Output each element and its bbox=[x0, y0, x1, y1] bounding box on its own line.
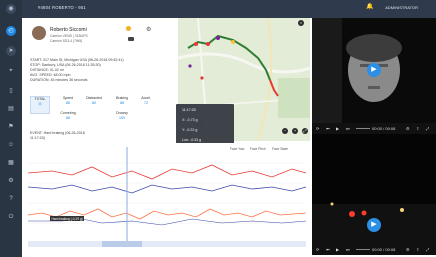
fullscreen-icon[interactable]: ⤢ bbox=[426, 247, 429, 252]
sidebar: ◉ ◴ ➤ ⌖ ▯ ▤ ⚑ ☺ ▦ ⚙ ? ⏻ bbox=[0, 0, 22, 257]
settings-icon[interactable]: ⚙ bbox=[6, 176, 16, 186]
rewind-icon[interactable]: ⏮ bbox=[326, 247, 330, 252]
breadcrumb: #4804 ROBERTO - 951 bbox=[38, 5, 86, 10]
legend-item[interactable]: Face Pitch bbox=[250, 147, 266, 151]
video-controls-2: ⟳ ⏮ ▶ ⏭ 00:00 / 00:08 ⚙ ⇪ ⤢ bbox=[312, 244, 436, 255]
device-icon[interactable]: ▯ bbox=[6, 86, 16, 96]
legend-item[interactable]: Face Yaw bbox=[230, 147, 244, 151]
reports-icon[interactable]: ▦ bbox=[6, 158, 16, 168]
trip-start: START: 317 Main St, Michigan USA (06-26-… bbox=[30, 58, 124, 62]
video-time: 00:00 / 00:08 bbox=[372, 126, 396, 131]
event-title: EVENT: Hard braking (06-26-2018 bbox=[30, 131, 85, 135]
score-drowsy: Drowsy 100 bbox=[116, 111, 128, 120]
camera-icon bbox=[128, 37, 134, 41]
location-icon[interactable]: ⌖ bbox=[6, 66, 16, 76]
avatar bbox=[32, 26, 46, 40]
tooltip-line: Y: -0.22 g bbox=[182, 128, 198, 132]
share-icon[interactable]: ⇪ bbox=[416, 247, 419, 252]
chart-event-label: Hard braking (-0.29 g) bbox=[50, 216, 85, 221]
zoom-in-icon[interactable]: + bbox=[292, 128, 298, 134]
medal-icon bbox=[126, 26, 131, 31]
trip-avg-speed: AVG. SPEED: 48.00 mph bbox=[30, 73, 71, 77]
fullscreen-icon[interactable]: ⤢ bbox=[302, 128, 308, 134]
help-icon[interactable]: ? bbox=[6, 194, 16, 204]
refresh-icon[interactable]: ⟳ bbox=[316, 126, 319, 131]
logout-icon[interactable]: ⏻ bbox=[6, 212, 16, 222]
seek-bar[interactable] bbox=[356, 249, 370, 250]
users-icon[interactable]: ☺ bbox=[6, 140, 16, 150]
play-icon[interactable]: ▶ bbox=[367, 218, 381, 232]
video-controls-1: ⟳ ⏮ ▶ ⏭ 00:00 / 00:08 ⚙ ⇪ ⤢ bbox=[312, 123, 436, 134]
legend-item[interactable]: Face State bbox=[272, 147, 288, 151]
top-bar: #4804 ROBERTO - 951 🔔 ADMINISTRATOR bbox=[0, 0, 436, 18]
score-accel: Accel. 72 bbox=[141, 96, 151, 105]
tooltip-time: 11:17:03 bbox=[182, 108, 196, 112]
play-small-icon[interactable]: ▶ bbox=[336, 126, 339, 131]
forward-icon[interactable]: ⏭ bbox=[346, 126, 350, 131]
alerts-icon[interactable]: ⚑ bbox=[6, 122, 16, 132]
zoom-out-icon[interactable]: − bbox=[282, 128, 288, 134]
chart-svg bbox=[27, 147, 307, 247]
play-icon[interactable]: ▶ bbox=[367, 63, 381, 77]
play-small-icon[interactable]: ▶ bbox=[336, 247, 339, 252]
road-camera-video[interactable]: ▶ bbox=[312, 134, 436, 244]
tooltip-line: X: -0.73 g bbox=[182, 118, 198, 122]
score-braking: Braking 88 bbox=[116, 96, 128, 105]
score-speed: Speed 88 bbox=[62, 96, 74, 105]
video-time: 00:00 / 00:08 bbox=[372, 247, 396, 252]
event-time: 11:17:03) bbox=[30, 136, 45, 140]
user-menu[interactable]: ADMINISTRATOR bbox=[385, 5, 418, 10]
driver-device: Camion SD3.4 (7W5) bbox=[50, 39, 83, 43]
document-icon[interactable]: ▤ bbox=[6, 104, 16, 114]
driver-name[interactable]: Roberto Siccomi bbox=[50, 27, 87, 33]
tooltip-line: Lon: -0.33 g bbox=[182, 138, 202, 142]
logo-icon[interactable]: ◉ bbox=[6, 4, 16, 14]
score-cornering: Cornering 88 bbox=[60, 111, 76, 120]
rewind-icon[interactable]: ⏮ bbox=[326, 126, 330, 131]
score-distracted: Distracted 80 bbox=[86, 96, 102, 105]
map-close-icon[interactable]: × bbox=[298, 20, 304, 26]
refresh-icon[interactable]: ⟳ bbox=[316, 247, 319, 252]
sensor-chart[interactable]: Hard braking (-0.29 g) bbox=[22, 143, 310, 257]
share-icon[interactable]: ⇪ bbox=[416, 126, 419, 131]
forward-icon[interactable]: ⏭ bbox=[346, 247, 350, 252]
trip-stop: STOP: Danbury, USA (06-26-2018 11:35:30) bbox=[30, 63, 101, 67]
driver-camera-video[interactable]: ▶ bbox=[312, 18, 436, 123]
trip-duration: DURATION: 45 minutes 36 seconds bbox=[30, 78, 88, 82]
trip-distance: DISTANCE: 31.02 mi bbox=[30, 68, 64, 72]
settings-icon[interactable]: ⚙ bbox=[406, 247, 410, 252]
fullscreen-icon[interactable]: ⤢ bbox=[426, 126, 429, 131]
driver-vehicle: Camion VEND | 31BUPS bbox=[50, 34, 88, 38]
bell-icon[interactable]: 🔔 bbox=[366, 4, 373, 11]
trips-icon[interactable]: ➤ bbox=[6, 46, 16, 56]
dashboard-icon[interactable]: ◴ bbox=[6, 26, 16, 36]
settings-icon[interactable]: ⚙ bbox=[406, 126, 410, 131]
seek-bar[interactable] bbox=[356, 128, 370, 129]
score-grid-2: Cornering 88 Drowsy 100 bbox=[30, 111, 176, 133]
gear-icon[interactable]: ⚙ bbox=[146, 26, 151, 33]
